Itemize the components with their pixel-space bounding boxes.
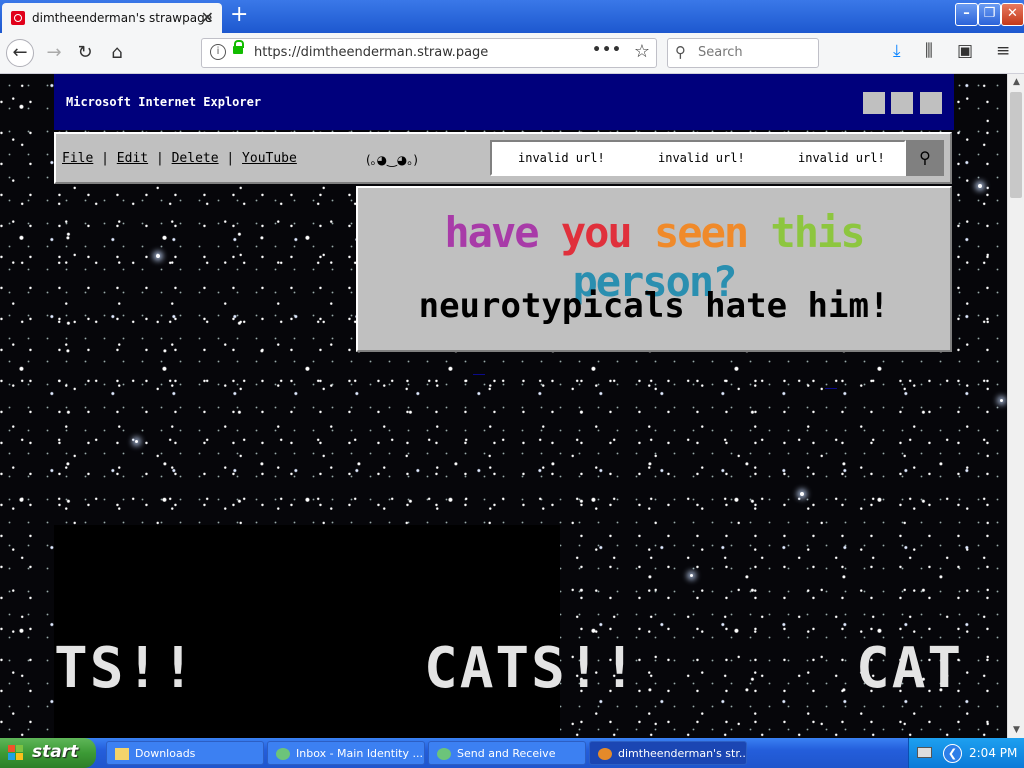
- ie-link-bar: invalid url! invalid url! invalid url!: [490, 140, 906, 176]
- star-decoration: [135, 440, 138, 443]
- home-button[interactable]: ⌂: [103, 39, 131, 67]
- ie-title-bar: Microsoft Internet Explorer: [54, 74, 954, 130]
- ie-search-button[interactable]: ⚲: [906, 140, 944, 176]
- menu-delete[interactable]: Delete: [172, 151, 219, 166]
- hamburger-menu-icon[interactable]: ≡: [996, 41, 1010, 61]
- taskbar-item-send-receive[interactable]: Send and Receive: [428, 741, 586, 765]
- link-invalid-url-2[interactable]: invalid url!: [658, 151, 745, 165]
- star-decoration: [690, 574, 693, 577]
- back-arrow-icon[interactable]: ❮: [943, 744, 962, 763]
- bookmark-star-icon[interactable]: ☆: [634, 41, 650, 62]
- navigation-toolbar: ← → ↻ ⌂ i https://dimtheenderman.straw.p…: [0, 33, 1024, 74]
- scroll-up-icon[interactable]: ▲: [1008, 74, 1024, 90]
- ie-minimize-button[interactable]: [863, 92, 885, 114]
- subheadline: neurotypicals hate him!: [418, 286, 890, 326]
- tab-strip: dimtheenderman's strawpage ✕ + – ❐ ✕: [0, 0, 1024, 33]
- menu-file[interactable]: File: [62, 151, 93, 166]
- missing-person-banner: have you seen this person? neurotypicals…: [356, 186, 952, 352]
- strawpage-favicon-icon: [11, 11, 25, 25]
- ie-menu-bar: File | Edit | Delete | YouTube (｡◕‿◕｡) i…: [54, 132, 952, 184]
- star-decoration: [800, 492, 804, 496]
- menu-separator: |: [155, 151, 164, 166]
- folder-icon: [115, 748, 129, 760]
- page-viewport: Microsoft Internet Explorer File | Edit …: [0, 74, 1007, 738]
- minimize-button[interactable]: –: [955, 3, 978, 26]
- downloads-icon[interactable]: ⤓: [893, 41, 901, 61]
- ie-menu-items: File | Edit | Delete | YouTube: [62, 151, 297, 166]
- start-label: start: [32, 742, 79, 762]
- task-label: dimtheenderman's str...: [618, 747, 747, 760]
- page-actions-menu-icon[interactable]: •••: [592, 42, 622, 58]
- task-label: Inbox - Main Identity ...: [296, 747, 423, 760]
- clock[interactable]: 2:04 PM: [969, 746, 1017, 760]
- star-decoration: [1000, 399, 1003, 402]
- reload-button[interactable]: ↻: [71, 39, 99, 67]
- firefox-icon: [598, 748, 612, 760]
- taskbar-item-downloads[interactable]: Downloads: [106, 741, 264, 765]
- ie-maximize-button[interactable]: [891, 92, 913, 114]
- windows-logo-icon: [8, 745, 24, 761]
- maximize-button[interactable]: ❐: [978, 3, 1001, 26]
- url-text[interactable]: https://dimtheenderman.straw.page: [254, 45, 488, 60]
- taskbar-item-inbox[interactable]: Inbox - Main Identity ...: [267, 741, 425, 765]
- star-decoration: [978, 184, 982, 188]
- keyboard-icon[interactable]: [917, 747, 932, 758]
- outlook-express-icon: [437, 748, 451, 760]
- new-tab-button[interactable]: +: [230, 2, 248, 28]
- tab-title: dimtheenderman's strawpage: [32, 11, 213, 25]
- headline-word: seen: [654, 208, 749, 257]
- secure-lock-icon: [233, 40, 244, 54]
- tab-close-icon[interactable]: ✕: [201, 8, 214, 27]
- hidden-link[interactable]: [473, 364, 485, 375]
- scrollbar-thumb[interactable]: [1010, 92, 1022, 198]
- vertical-scrollbar[interactable]: ▲ ▼: [1007, 74, 1024, 738]
- star-decoration: [156, 254, 160, 258]
- black-panel: [54, 525, 560, 738]
- task-label: Send and Receive: [457, 747, 556, 760]
- taskbar: start Downloads Inbox - Main Identity ..…: [0, 738, 1024, 768]
- search-placeholder: Search: [698, 45, 743, 60]
- hidden-link[interactable]: [825, 378, 837, 389]
- menu-separator: |: [226, 151, 235, 166]
- search-icon: ⚲: [675, 43, 686, 61]
- address-bar[interactable]: i https://dimtheenderman.straw.page ••• …: [201, 38, 657, 68]
- back-button[interactable]: ←: [6, 39, 34, 67]
- headline-word: this: [770, 208, 865, 257]
- menu-youtube[interactable]: YouTube: [242, 151, 297, 166]
- scroll-down-icon[interactable]: ▼: [1008, 722, 1024, 738]
- cats-marquee-text: CATS!!: [424, 636, 639, 701]
- taskbar-item-browser[interactable]: dimtheenderman's str...: [589, 741, 747, 765]
- system-tray: ❮ 2:04 PM: [908, 738, 1024, 768]
- menu-edit[interactable]: Edit: [117, 151, 148, 166]
- link-invalid-url-1[interactable]: invalid url!: [518, 151, 605, 165]
- headline-word: you: [560, 208, 633, 257]
- kaomoji-face: (｡◕‿◕｡): [366, 153, 418, 167]
- close-window-button[interactable]: ✕: [1001, 3, 1024, 26]
- browser-tab[interactable]: dimtheenderman's strawpage ✕: [2, 3, 222, 33]
- headline-word: have: [444, 208, 539, 257]
- task-label: Downloads: [135, 747, 196, 760]
- cats-marquee-text: CAT: [856, 636, 964, 701]
- sidebar-icon[interactable]: ▣: [957, 41, 973, 61]
- ie-title: Microsoft Internet Explorer: [66, 95, 262, 109]
- link-invalid-url-3[interactable]: invalid url!: [798, 151, 885, 165]
- forward-button[interactable]: →: [40, 39, 68, 67]
- start-button[interactable]: start: [0, 738, 96, 768]
- outlook-express-icon: [276, 748, 290, 760]
- ie-close-button[interactable]: [920, 92, 942, 114]
- site-info-icon[interactable]: i: [210, 44, 226, 60]
- library-icon[interactable]: ⫼: [925, 41, 933, 61]
- menu-separator: |: [101, 151, 109, 166]
- cats-marquee-text: TS!!: [54, 636, 197, 701]
- search-input[interactable]: ⚲ Search: [667, 38, 819, 68]
